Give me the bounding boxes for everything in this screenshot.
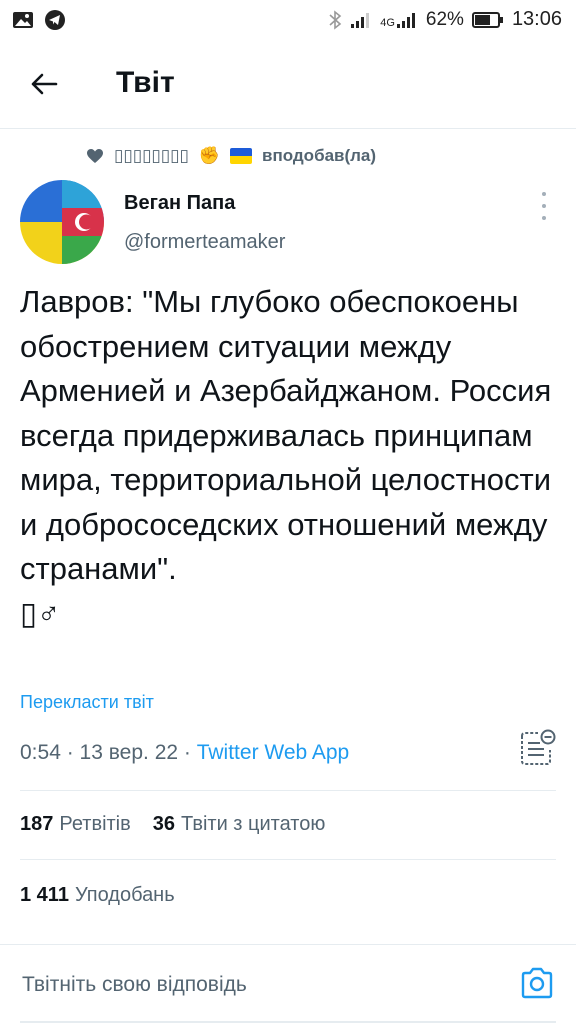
back-button[interactable] — [22, 62, 66, 106]
battery-icon — [471, 11, 503, 28]
tweet-text: Лавров: "Мы глубоко обеспокоены обострен… — [20, 284, 552, 631]
meta-separator: · — [66, 741, 80, 764]
engagement-stats: 187 Ретвітів 36 Твіти з цитатою — [20, 813, 325, 836]
author-handle[interactable]: @formerteamaker — [124, 231, 285, 254]
arrow-left-icon — [31, 73, 58, 95]
battery-percent: 62% — [425, 8, 464, 30]
likes-label: Уподобань — [74, 884, 175, 906]
retweets-count: 187 — [20, 813, 54, 835]
dot-icon — [542, 204, 546, 208]
avatar-image — [20, 180, 104, 264]
more-options-button[interactable] — [532, 192, 556, 220]
liker-name: ▯▯▯▯▯▯▯▯ — [114, 146, 189, 165]
reply-bar: Твітніть свою відповідь — [0, 944, 576, 1025]
dot-icon — [542, 216, 546, 220]
ukraine-flag-icon — [230, 148, 253, 164]
tweet-meta: 0:54 · 13 вер. 22 · Twitter Web App — [20, 741, 349, 765]
gallery-icon — [13, 12, 33, 28]
reply-underline — [20, 1021, 556, 1023]
avatar[interactable] — [20, 180, 104, 264]
analytics-button[interactable] — [518, 728, 556, 766]
tweet-time: 0:54 — [20, 741, 61, 764]
page-title: Твіт — [116, 66, 175, 99]
signal-icon-2 — [396, 12, 415, 28]
status-notifications — [12, 9, 66, 31]
tweet-date: 13 вер. 22 — [79, 741, 179, 764]
bluetooth-icon — [329, 9, 342, 30]
dot-icon — [542, 192, 546, 196]
quotes-label: Твіти з цитатою — [181, 813, 326, 835]
status-bar: 4G 62% 13:06 — [0, 0, 576, 40]
camera-button[interactable] — [519, 965, 555, 1001]
reply-input[interactable]: Твітніть свою відповідь — [22, 973, 247, 997]
telegram-icon — [45, 10, 65, 30]
heart-icon — [87, 149, 103, 163]
camera-icon — [521, 967, 553, 999]
signal-icon — [351, 12, 370, 28]
header: Твіт — [0, 40, 576, 129]
divider — [20, 790, 556, 791]
author-name[interactable]: Веган Папа — [124, 192, 235, 215]
tweet-analytics-icon — [521, 729, 556, 765]
tweet-source-link[interactable]: Twitter Web App — [197, 741, 350, 764]
social-context[interactable]: ▯▯▯▯▯▯▯▯ ✊ вподобав(ла) — [86, 146, 376, 166]
meta-separator: · — [183, 741, 197, 764]
status-time: 13:06 — [511, 8, 562, 30]
social-action: вподобав(ла) — [262, 146, 377, 165]
divider — [20, 859, 556, 860]
likes-count: 1 411 — [20, 884, 69, 906]
translate-tweet-link[interactable]: Перекласти твіт — [20, 692, 154, 713]
raised-fist-emoji-icon: ✊ — [198, 146, 221, 165]
likes-stat[interactable]: 1 411 Уподобань — [20, 884, 175, 907]
quotes-count: 36 — [152, 813, 176, 835]
network-type: 4G — [380, 16, 395, 29]
quotes-stat[interactable]: 36 Твіти з цитатою — [153, 813, 326, 836]
retweets-stat[interactable]: 187 Ретвітів — [20, 813, 131, 836]
retweets-label: Ретвітів — [59, 813, 131, 835]
status-indicators: 4G 62% 13:06 — [328, 8, 562, 31]
